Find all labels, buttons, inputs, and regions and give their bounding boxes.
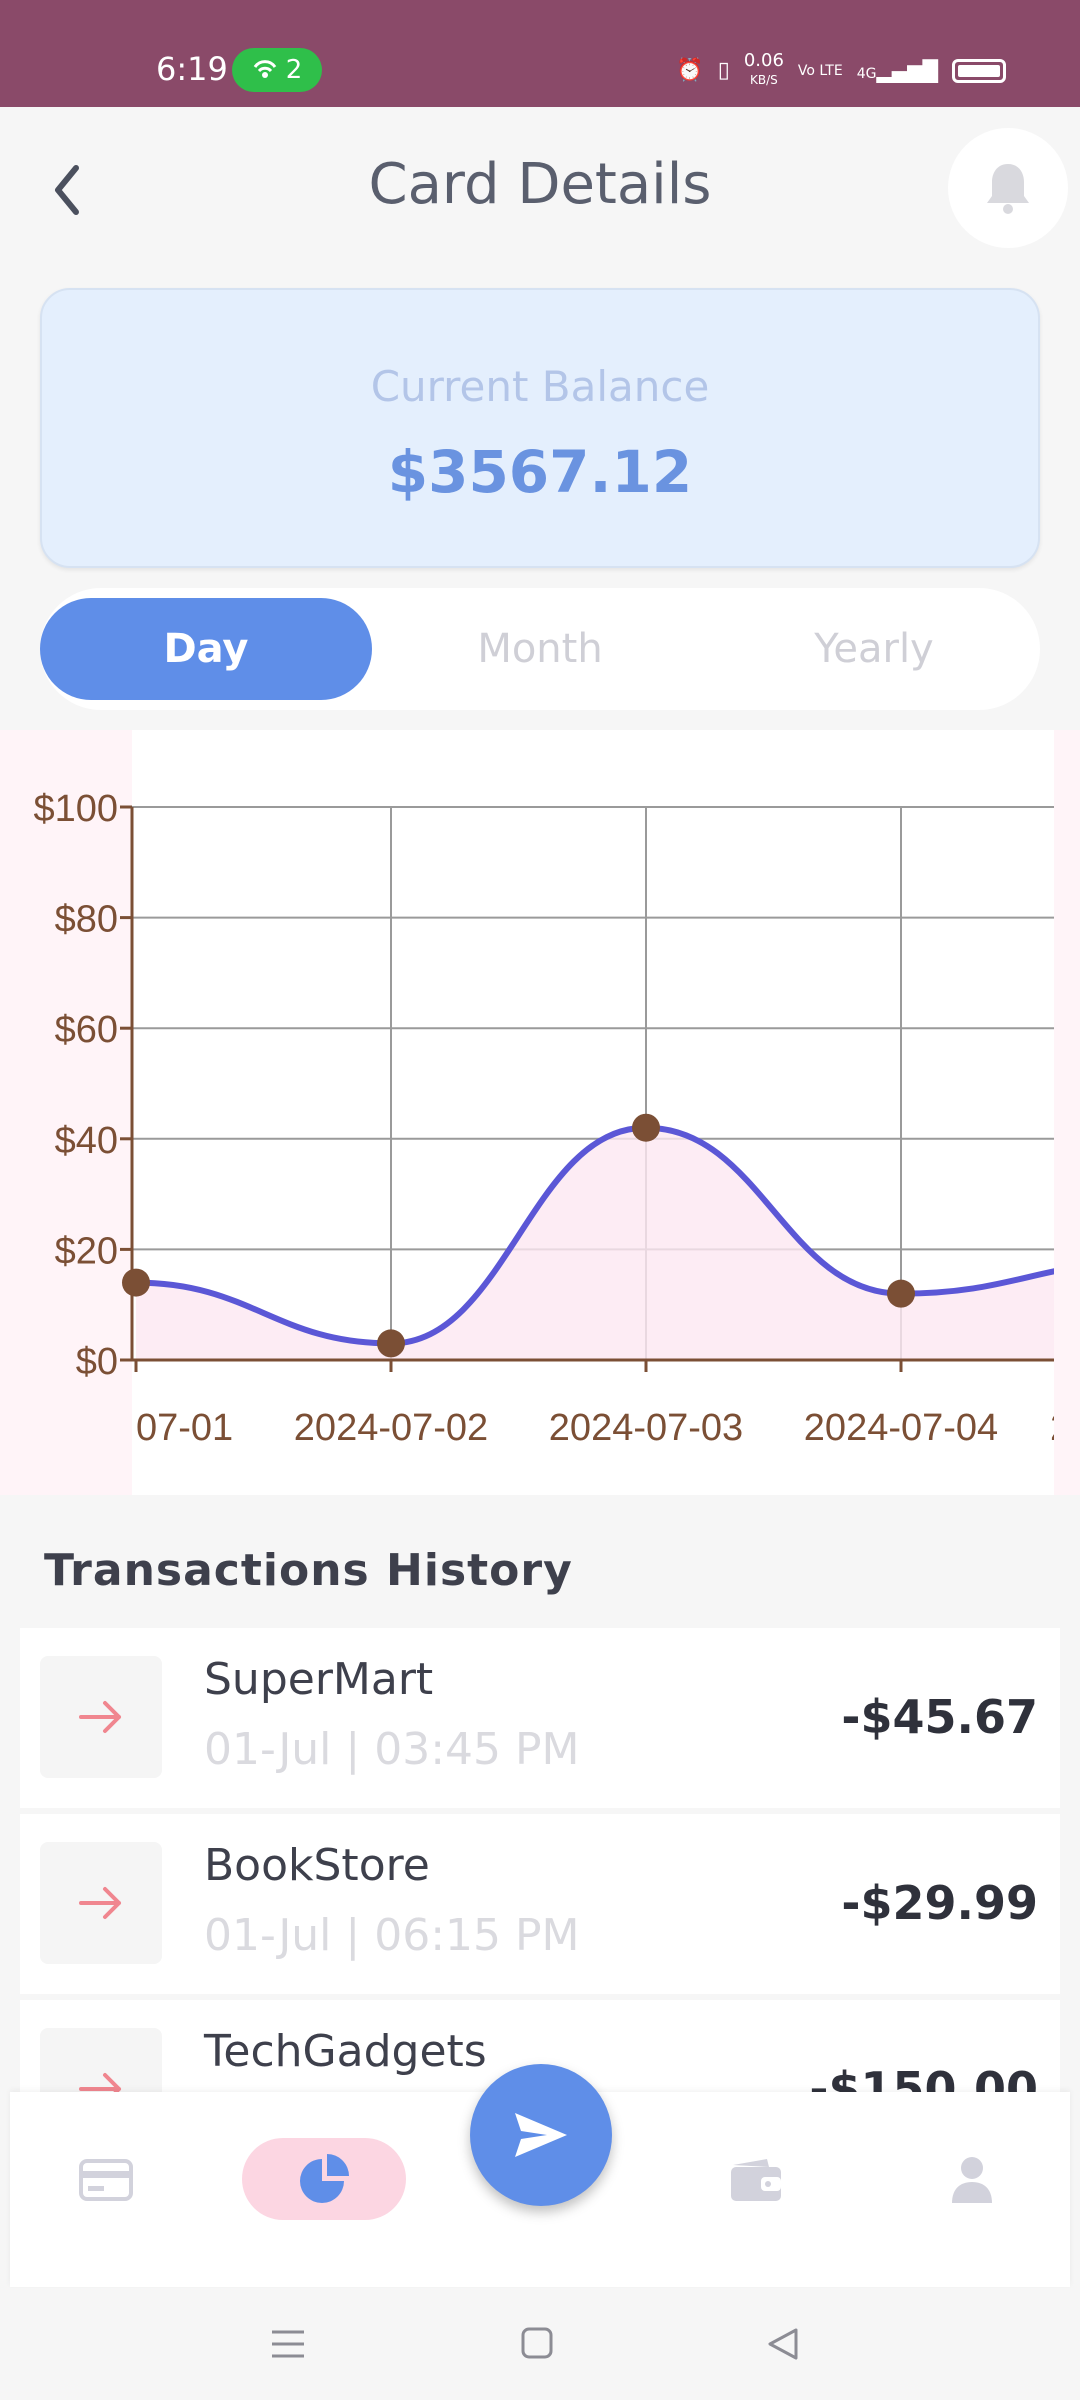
vibrate-icon: ▯ <box>717 58 730 83</box>
chart-area-fill <box>136 1127 1054 1360</box>
wallet-icon <box>731 2159 781 2201</box>
x-tick-label: 2 <box>1050 1407 1071 1449</box>
chart-svg: $0 $20 $40 $60 $80 $100 07-01 2024-07-02 2024-07… <box>33 788 1071 1449</box>
chart-point <box>887 1279 915 1308</box>
y-tick-label: $0 <box>76 1341 118 1383</box>
pie-chart-icon <box>300 2154 349 2203</box>
y-tick-label: $100 <box>33 788 118 830</box>
net-speed: 0.06 KB/S <box>743 50 784 88</box>
menu-icon[interactable] <box>270 2328 306 2360</box>
hotspot-icon <box>253 60 276 78</box>
back-triangle-icon[interactable] <box>766 2326 800 2362</box>
signal-icon: 4G▂▄▆█ <box>856 58 938 83</box>
tab-month[interactable]: Month <box>374 598 706 700</box>
outgoing-arrow-icon <box>40 1842 162 1964</box>
y-tick-label: $80 <box>55 899 118 941</box>
y-tick-label: $40 <box>55 1120 118 1162</box>
hotspot-badge: 2 <box>232 48 322 92</box>
tab-yearly[interactable]: Yearly <box>708 598 1040 700</box>
transaction-date: 01-Jul | 03:45 PM <box>204 1724 580 1775</box>
notifications-button[interactable] <box>948 128 1068 248</box>
alarm-icon: ⏰ <box>676 58 704 83</box>
balance-card: Current Balance $3567.12 <box>40 288 1040 568</box>
status-bar: 6:19 2 ⏰ ▯ 0.06 KB/S Vo LTE 4G▂▄▆█ <box>0 0 1080 107</box>
battery-icon <box>952 58 1006 83</box>
send-money-button[interactable] <box>470 2064 612 2206</box>
tab-day[interactable]: Day <box>40 598 372 700</box>
x-tick-label: 07-01 <box>136 1407 233 1449</box>
user-icon <box>952 2157 992 2203</box>
nav-statistics[interactable] <box>242 2138 406 2220</box>
balance-amount: $3567.12 <box>387 438 693 506</box>
x-tick-label: 2024-07-04 <box>804 1407 998 1449</box>
period-tabs: Day Month Yearly <box>40 588 1040 710</box>
transaction-amount: -$45.67 <box>841 1690 1038 1744</box>
transaction-amount: -$29.99 <box>841 1876 1038 1930</box>
nav-cards[interactable] <box>26 2140 186 2220</box>
system-nav-bar <box>0 2288 1080 2400</box>
transactions-title: Transactions History <box>44 1545 573 1596</box>
page-title: Card Details <box>368 152 712 217</box>
transaction-name: BookStore <box>204 1840 430 1891</box>
transaction-name: TechGadgets <box>204 2026 487 2077</box>
transaction-date: 01-Jul | 06:15 PM <box>204 1910 580 1961</box>
chart-point <box>122 1268 150 1297</box>
bell-icon <box>987 164 1029 214</box>
volte-indicator: Vo LTE <box>797 62 843 79</box>
send-icon <box>515 2113 567 2157</box>
y-tick-label: $60 <box>55 1009 118 1051</box>
nav-profile[interactable] <box>892 2140 1052 2220</box>
chart-point <box>632 1113 660 1142</box>
hotspot-count: 2 <box>285 55 303 85</box>
transaction-amount: -$150.00 <box>809 2062 1038 2092</box>
transaction-row[interactable]: SuperMart 01-Jul | 03:45 PM -$45.67 <box>20 1628 1060 1808</box>
balance-label: Current Balance <box>370 362 710 411</box>
x-tick-label: 2024-07-02 <box>294 1407 488 1449</box>
nav-wallet[interactable] <box>676 2140 836 2220</box>
status-icons: ⏰ ▯ 0.06 KB/S Vo LTE 4G▂▄▆█ <box>676 52 1006 89</box>
y-tick-label: $20 <box>55 1230 118 1272</box>
transaction-name: SuperMart <box>204 1654 434 1705</box>
chart-point <box>377 1329 405 1358</box>
outgoing-arrow-icon <box>40 1656 162 1778</box>
home-icon[interactable] <box>520 2326 554 2360</box>
transaction-row[interactable]: BookStore 01-Jul | 06:15 PM -$29.99 <box>20 1814 1060 1994</box>
status-time: 6:19 <box>156 50 228 88</box>
card-icon <box>79 2159 133 2201</box>
balance-chart: $0 $20 $40 $60 $80 $100 07-01 2024-07-02 2024-07… <box>0 730 1080 1495</box>
outgoing-arrow-icon <box>40 2028 162 2092</box>
x-tick-label: 2024-07-03 <box>549 1407 743 1449</box>
